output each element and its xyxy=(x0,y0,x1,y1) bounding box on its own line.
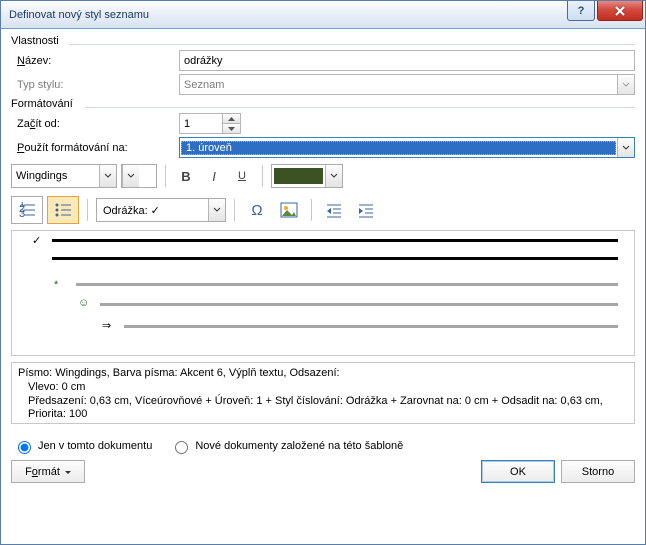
dialog-footer: Formát OK Storno xyxy=(11,456,635,483)
format-button[interactable]: Formát xyxy=(11,460,85,483)
styletype-dropdown: Seznam xyxy=(179,74,635,95)
radio-template[interactable]: Nové dokumenty založené na této šabloně xyxy=(170,438,403,454)
group-props-label: Vlastnosti xyxy=(11,35,635,47)
label-applyto: Použít formátování na: xyxy=(11,142,179,154)
numbered-list-button[interactable]: 123 xyxy=(11,196,43,224)
startat-input[interactable] xyxy=(180,114,222,133)
cancel-button[interactable]: Storno xyxy=(561,460,635,483)
ok-button[interactable]: OK xyxy=(481,460,555,483)
window-buttons: ? xyxy=(565,1,643,21)
chevron-down-icon[interactable] xyxy=(208,199,225,221)
startat-spinner[interactable] xyxy=(179,113,241,134)
fontcolor-dropdown[interactable] xyxy=(271,164,343,188)
spin-up-icon[interactable] xyxy=(222,114,240,124)
chevron-down-icon[interactable] xyxy=(99,165,116,187)
color-swatch xyxy=(274,168,323,184)
spin-down-icon[interactable] xyxy=(222,124,240,133)
dialog-window: Definovat nový styl seznamu ? Vlastnosti… xyxy=(0,0,646,545)
bullet-star-icon: * xyxy=(54,279,58,291)
applyto-dropdown[interactable]: 1. úroveň xyxy=(179,137,635,158)
scope-radios: Jen v tomto dokumentu Nové dokumenty zal… xyxy=(13,438,635,454)
fontsize-dropdown[interactable] xyxy=(121,164,157,188)
italic-button[interactable]: I xyxy=(202,164,226,188)
chevron-down-icon[interactable] xyxy=(325,165,342,187)
label-startat: Začít od: xyxy=(11,118,179,130)
font-dropdown[interactable]: Wingdings xyxy=(11,164,117,188)
bullet-list-button[interactable] xyxy=(47,196,79,224)
chevron-down-icon xyxy=(617,75,634,94)
svg-text:?: ? xyxy=(578,6,585,16)
label-name: NNázev:ázev: xyxy=(11,55,179,67)
list-toolbar: 123 Odrážka: ✓ Ω xyxy=(11,196,635,224)
picture-button[interactable] xyxy=(275,197,303,223)
chevron-down-icon[interactable] xyxy=(122,165,139,187)
close-button[interactable] xyxy=(597,1,643,21)
style-description: Písmo: Wingdings, Barva písma: Akcent 6,… xyxy=(11,362,635,424)
group-format-label: Formátování xyxy=(11,98,635,110)
bullet-check-icon: ✓ xyxy=(32,234,41,247)
decrease-indent-button[interactable] xyxy=(320,197,348,223)
radio-this-doc[interactable]: Jen v tomto dokumentu xyxy=(13,438,152,454)
increase-indent-button[interactable] xyxy=(352,197,380,223)
preview-pane: ✓ * ☺ ⇒ xyxy=(11,230,635,356)
window-title: Definovat nový styl seznamu xyxy=(9,9,149,21)
font-toolbar: Wingdings B I U xyxy=(11,164,635,188)
chevron-down-icon[interactable] xyxy=(617,138,634,157)
bullet-arrow-icon: ⇒ xyxy=(102,319,111,332)
titlebar[interactable]: Definovat nový styl seznamu ? xyxy=(1,1,645,29)
help-button[interactable]: ? xyxy=(567,1,595,21)
symbol-button[interactable]: Ω xyxy=(243,197,271,223)
label-styletype: Typ stylu: xyxy=(11,79,179,91)
bullet-char-dropdown[interactable]: Odrážka: ✓ xyxy=(96,198,226,222)
underline-button[interactable]: U xyxy=(230,164,254,188)
bold-button[interactable]: B xyxy=(174,164,198,188)
bullet-smile-icon: ☺ xyxy=(78,297,89,309)
name-input[interactable] xyxy=(179,50,635,71)
